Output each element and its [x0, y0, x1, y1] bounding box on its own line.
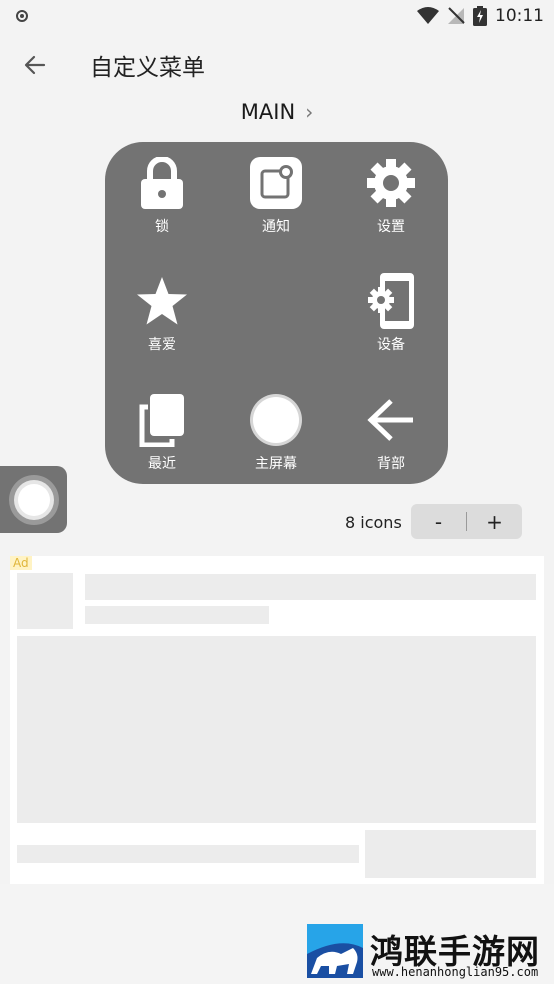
menu-item-back[interactable]: 背部 — [334, 379, 448, 493]
menu-selector[interactable]: MAIN › — [0, 100, 554, 124]
ad-placeholder-line — [17, 845, 359, 863]
menu-item-label: 背部 — [377, 456, 405, 472]
notification-dot-icon — [16, 10, 28, 22]
home-icon — [249, 393, 303, 447]
ad-placeholder-button — [365, 830, 536, 878]
device-icon — [364, 273, 418, 329]
ad-placeholder-line — [85, 574, 536, 600]
star-icon — [135, 274, 189, 328]
menu-panel: 锁 通知 设置 喜爱 设备 最近 主屏幕 背部 — [105, 142, 448, 484]
icons-stepper: - + — [411, 504, 522, 539]
recents-icon — [135, 393, 189, 447]
assistive-touch-icon — [8, 474, 59, 525]
menu-item-notification[interactable]: 通知 — [219, 142, 333, 256]
watermark-logo-icon — [307, 924, 363, 978]
increase-icons-button[interactable]: + — [467, 504, 522, 539]
ad-placeholder-image — [17, 573, 73, 629]
menu-item-label: 喜爱 — [148, 337, 176, 353]
gear-icon — [364, 156, 418, 210]
menu-item-settings[interactable]: 设置 — [334, 142, 448, 256]
ad-placeholder-media — [17, 636, 536, 823]
menu-item-label: 设备 — [377, 337, 405, 353]
back-button[interactable] — [18, 48, 52, 82]
lock-icon — [135, 156, 189, 210]
menu-item-home[interactable]: 主屏幕 — [219, 379, 333, 493]
menu-item-label: 锁 — [155, 219, 169, 235]
no-signal-icon — [448, 7, 465, 24]
clock: 10:11 — [495, 6, 544, 26]
page-title: 自定义菜单 — [90, 55, 205, 81]
watermark-url: www.henanhonglian95.com — [372, 965, 539, 979]
menu-item-favorites[interactable]: 喜爱 — [105, 260, 219, 374]
menu-item-label: 通知 — [262, 219, 290, 235]
chevron-right-icon: › — [305, 100, 314, 124]
menu-name-label: MAIN — [240, 100, 296, 124]
ad-badge: Ad — [10, 556, 32, 570]
battery-charging-icon — [473, 6, 487, 26]
menu-item-recents[interactable]: 最近 — [105, 379, 219, 493]
menu-item-label: 最近 — [148, 456, 176, 472]
back-arrow-icon — [364, 393, 418, 447]
decrease-icons-button[interactable]: - — [411, 504, 466, 539]
status-bar: 10:11 — [0, 0, 554, 32]
wifi-icon — [417, 7, 439, 24]
menu-item-device[interactable]: 设备 — [334, 260, 448, 374]
floating-assistive-button[interactable] — [0, 466, 67, 533]
arrow-left-icon — [24, 55, 46, 75]
notification-icon — [249, 156, 303, 210]
ad-placeholder-line — [85, 606, 269, 624]
app-bar: 自定义菜单 — [0, 32, 554, 96]
status-icons: 10:11 — [417, 5, 544, 27]
ad-banner[interactable]: Ad — [10, 556, 544, 884]
menu-item-label: 设置 — [377, 219, 405, 235]
menu-item-label: 主屏幕 — [255, 456, 297, 472]
icons-count-label: 8 icons — [345, 513, 402, 532]
menu-item-lock[interactable]: 锁 — [105, 142, 219, 256]
